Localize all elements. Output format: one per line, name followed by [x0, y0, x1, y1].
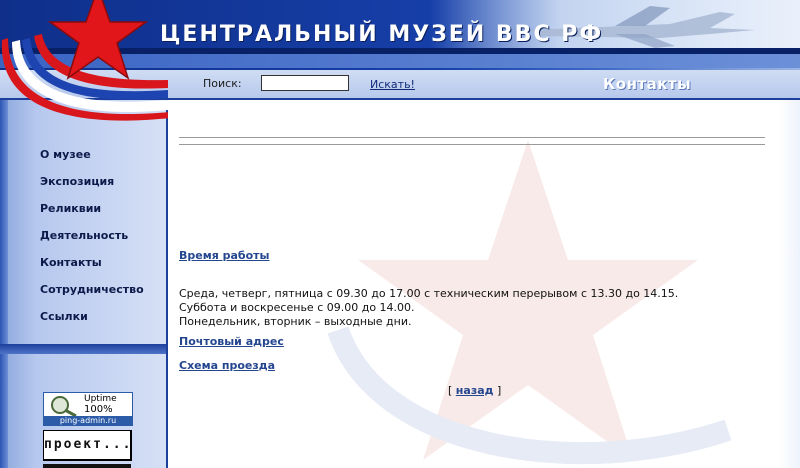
section-title: Контакты	[603, 75, 692, 93]
nav-item-about[interactable]: О музее	[40, 148, 144, 175]
uptime-badge[interactable]: Uptime 100% ping-admin.ru	[43, 392, 133, 426]
bracket-open: [	[448, 384, 453, 397]
counter-badge[interactable]	[43, 464, 131, 468]
postal-address-link[interactable]: Почтовый адрес	[179, 335, 284, 348]
sidebar: О музее Экспозиция Реликвии Деятельность…	[0, 100, 168, 468]
nav-item-links[interactable]: Ссылки	[40, 310, 144, 337]
hours-line: Суббота и воскресенье с 09.00 до 14.00.	[179, 301, 415, 314]
uptime-site: ping-admin.ru	[44, 416, 132, 425]
hours-line: Среда, четверг, пятница с 09.30 до 17.00…	[179, 287, 679, 300]
magnifier-icon	[51, 396, 77, 417]
search-input[interactable]	[261, 75, 349, 91]
search-label: Поиск:	[203, 77, 242, 90]
sidebar-edge	[0, 100, 8, 468]
nav-item-activity[interactable]: Деятельность	[40, 229, 144, 256]
uptime-title: Uptime	[84, 394, 117, 404]
nav-item-exposition[interactable]: Экспозиция	[40, 175, 144, 202]
working-hours-text: Среда, четверг, пятница с 09.30 до 17.00…	[179, 287, 678, 329]
nav-item-cooperation[interactable]: Сотрудничество	[40, 283, 144, 310]
nav-item-relics[interactable]: Реликвии	[40, 202, 144, 229]
route-map-link[interactable]: Схема проезда	[179, 359, 275, 372]
search-button[interactable]: Искать!	[370, 78, 415, 91]
working-hours-link[interactable]: Время работы	[179, 249, 269, 262]
header-rules	[179, 137, 765, 151]
divider	[179, 137, 765, 138]
divider	[179, 144, 765, 145]
bracket-close: ]	[497, 384, 502, 397]
right-gutter	[778, 100, 800, 468]
back-nav: [ назад ]	[448, 384, 501, 397]
sidebar-divider	[0, 344, 166, 354]
site-title: ЦЕНТРАЛЬНЫЙ МУЗЕЙ ВВС РФ	[160, 22, 604, 47]
content-area: Время работы Среда, четверг, пятница с 0…	[168, 100, 778, 468]
back-link[interactable]: назад	[456, 384, 494, 397]
main-nav: О музее Экспозиция Реликвии Деятельность…	[40, 148, 144, 337]
nav-item-contacts[interactable]: Контакты	[40, 256, 144, 283]
hours-line: Понедельник, вторник – выходные дни.	[179, 315, 412, 328]
star-emblem-icon	[1, 0, 170, 121]
uptime-value: 100%	[84, 404, 113, 415]
proekt-badge[interactable]: проект...	[43, 430, 132, 461]
